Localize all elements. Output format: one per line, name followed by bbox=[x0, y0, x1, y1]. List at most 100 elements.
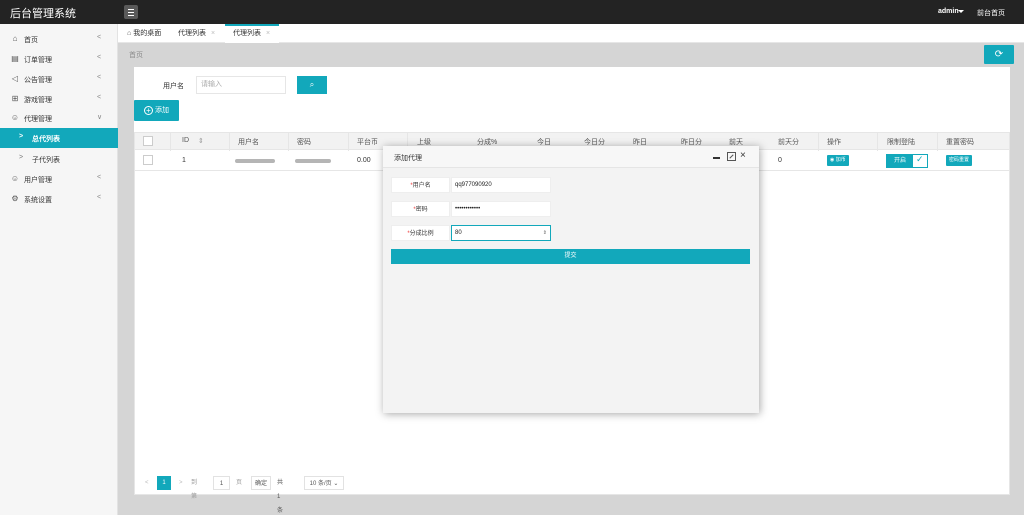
sidebar: ⌂ 首页 < ▤ 订单管理 < ◁ 公告管理 < ⊞ 游戏管理 < ☺ 代理管理… bbox=[0, 24, 118, 515]
password-label-text: 密码 bbox=[415, 207, 428, 213]
sidebar-item-home[interactable]: ⌂ 首页 < bbox=[0, 29, 118, 49]
tab-agent-list-2[interactable]: 代理列表 × bbox=[225, 24, 280, 43]
chevron-left-icon: < bbox=[97, 34, 102, 41]
select-all-checkbox[interactable] bbox=[143, 136, 153, 146]
tab-agent-list-1[interactable]: 代理列表 × bbox=[178, 24, 215, 43]
page-size-select[interactable]: 10 条/页 ⌄ bbox=[304, 476, 344, 490]
total-count: 共 1 条 bbox=[277, 480, 284, 514]
stepper-icon[interactable]: ⇕ bbox=[543, 226, 547, 240]
admin-user-menu[interactable]: admin bbox=[938, 8, 959, 15]
sidebar-item-label: 游戏管理 bbox=[24, 97, 52, 104]
col-day-before-share: 前天分 bbox=[778, 139, 799, 146]
goto-label: 到第 bbox=[191, 480, 198, 500]
add-coin-button[interactable]: ◉ 加币 bbox=[827, 155, 849, 166]
sidebar-item-label: 总代列表 bbox=[32, 136, 60, 143]
game-icon: ⊞ bbox=[11, 94, 19, 103]
toggle-label: 开启 bbox=[887, 155, 913, 167]
share-ratio-label: *分成比例 bbox=[391, 225, 450, 241]
close-icon[interactable]: × bbox=[211, 30, 215, 37]
sidebar-item-settings[interactable]: ⚙ 系统设置 < bbox=[0, 189, 118, 209]
refresh-icon[interactable]: ⟳ bbox=[984, 45, 1014, 64]
sidebar-item-label: 代理管理 bbox=[24, 116, 52, 123]
check-icon: ✓ bbox=[916, 154, 924, 164]
tab-desktop[interactable]: ⌂ 我的桌面 bbox=[127, 24, 161, 43]
chevron-down-icon: ∨ bbox=[97, 114, 103, 121]
chevron-right-icon: > bbox=[19, 133, 24, 140]
sidebar-item-announcements[interactable]: ◁ 公告管理 < bbox=[0, 69, 118, 89]
col-id[interactable]: ID bbox=[182, 137, 189, 144]
search-input[interactable]: 请输入 bbox=[196, 76, 286, 94]
col-username: 用户名 bbox=[238, 139, 259, 146]
login-limit-toggle[interactable]: 开启 ✓ bbox=[886, 154, 928, 168]
next-page-icon[interactable]: > bbox=[179, 476, 183, 490]
username-label: *用户名 bbox=[391, 177, 450, 193]
chevron-right-icon: > bbox=[19, 154, 24, 161]
share-ratio-value: 80 bbox=[455, 230, 462, 236]
cell-platform-coin: 0.00 bbox=[357, 157, 371, 164]
caret-down-icon[interactable] bbox=[958, 10, 964, 13]
row-checkbox[interactable] bbox=[143, 155, 153, 165]
sidebar-item-agents[interactable]: ☺ 代理管理 ∨ bbox=[0, 108, 118, 128]
minimize-icon[interactable] bbox=[713, 157, 720, 159]
col-reset-password: 重置密码 bbox=[946, 139, 974, 146]
add-agent-dialog: 添加代理 × *用户名 qq977090920 *密码 ••••••••••••… bbox=[383, 146, 759, 413]
chevron-left-icon: < bbox=[97, 174, 102, 181]
close-icon[interactable]: × bbox=[266, 30, 270, 37]
sidebar-item-games[interactable]: ⊞ 游戏管理 < bbox=[0, 89, 118, 109]
submit-button[interactable]: 提交 bbox=[391, 249, 750, 264]
sidebar-item-label: 子代列表 bbox=[32, 157, 60, 164]
search-icon: ⌕ bbox=[309, 80, 315, 89]
announce-icon: ◁ bbox=[11, 74, 19, 83]
plus-icon: + bbox=[144, 106, 153, 115]
dialog-title: 添加代理 bbox=[394, 155, 422, 162]
share-ratio-label-text: 分成比例 bbox=[409, 231, 434, 237]
username-label-text: 用户名 bbox=[412, 183, 431, 189]
breadcrumb: 首页 bbox=[129, 52, 143, 59]
goto-confirm-button[interactable]: 确定 bbox=[251, 476, 271, 490]
front-page-link[interactable]: 前台首页 bbox=[977, 8, 1005, 18]
sort-icon[interactable]: ⇕ bbox=[198, 137, 204, 145]
col-login-limit: 限制登陆 bbox=[887, 139, 915, 146]
page-unit: 页 bbox=[236, 480, 243, 486]
blurred-username bbox=[235, 159, 275, 163]
add-coin-label: 加币 bbox=[835, 157, 846, 163]
cell-day-before: 0 bbox=[778, 157, 782, 164]
close-icon[interactable]: × bbox=[740, 150, 746, 161]
agent-icon: ☺ bbox=[10, 113, 20, 122]
order-icon: ▤ bbox=[11, 54, 19, 63]
col-password: 密码 bbox=[297, 139, 311, 146]
sidebar-item-sub-agents[interactable]: > 子代列表 bbox=[0, 149, 118, 169]
password-field[interactable]: •••••••••••• bbox=[451, 201, 551, 217]
cell-id: 1 bbox=[182, 157, 186, 164]
sidebar-item-label: 系统设置 bbox=[24, 197, 52, 204]
tab-label: 代理列表 bbox=[233, 30, 261, 37]
page-size-value: 10 条/页 bbox=[309, 481, 332, 487]
goto-page-input[interactable]: 1 bbox=[213, 476, 230, 490]
chevron-left-icon: < bbox=[97, 94, 102, 101]
sidebar-item-users[interactable]: ☺ 用户管理 < bbox=[0, 169, 118, 189]
sidebar-item-orders[interactable]: ▤ 订单管理 < bbox=[0, 49, 118, 69]
menu-toggle-icon[interactable] bbox=[124, 5, 138, 19]
sidebar-item-top-agents[interactable]: > 总代列表 bbox=[0, 128, 118, 148]
reset-password-button[interactable]: 密码重置 bbox=[946, 155, 973, 166]
dialog-header: 添加代理 × bbox=[383, 146, 759, 168]
sidebar-item-label: 订单管理 bbox=[24, 57, 52, 64]
chevron-left-icon: < bbox=[97, 54, 102, 61]
top-bar: 后台管理系统 admin 前台首页 bbox=[0, 0, 1024, 24]
tab-label: 代理列表 bbox=[178, 30, 206, 37]
chevron-left-icon: < bbox=[97, 194, 102, 201]
prev-page-icon[interactable]: < bbox=[145, 476, 149, 490]
page-1[interactable]: 1 bbox=[157, 476, 171, 490]
search-label: 用户名 bbox=[163, 83, 184, 90]
settings-icon: ⚙ bbox=[11, 194, 19, 203]
tab-bar: ⌂ 我的桌面 代理列表 × 代理列表 × bbox=[118, 24, 1024, 43]
username-field[interactable]: qq977090920 bbox=[451, 177, 551, 193]
share-ratio-field[interactable]: 80 ⇕ bbox=[451, 225, 551, 241]
password-label: *密码 bbox=[391, 201, 450, 217]
search-button[interactable]: ⌕ bbox=[297, 76, 327, 94]
sidebar-item-label: 首页 bbox=[24, 37, 38, 44]
tab-label: 我的桌面 bbox=[133, 30, 162, 37]
add-button[interactable]: + 添加 bbox=[134, 100, 179, 121]
maximize-icon[interactable] bbox=[727, 152, 736, 161]
col-platform-coin: 平台币 bbox=[357, 139, 378, 146]
